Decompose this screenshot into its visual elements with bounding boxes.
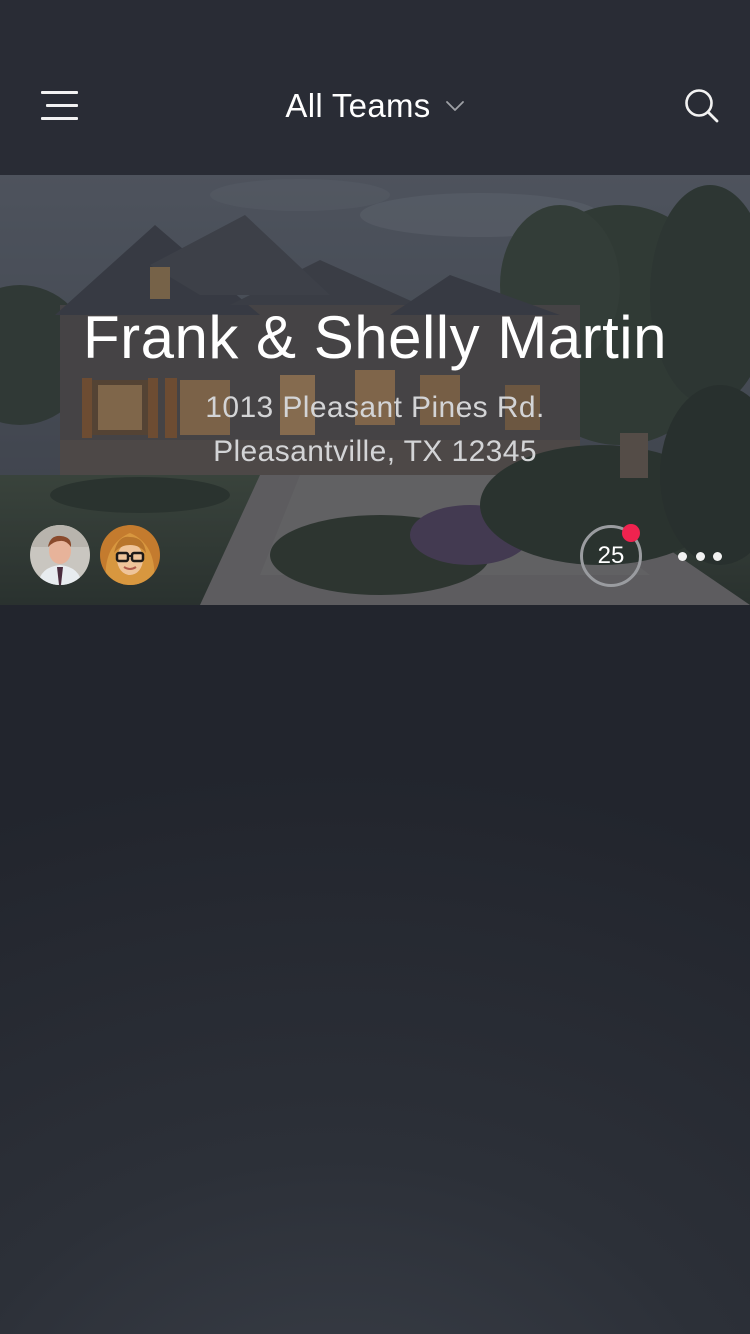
team-member-avatar[interactable] <box>100 525 160 585</box>
more-dot <box>713 551 722 561</box>
hamburger-menu-icon[interactable] <box>36 84 84 126</box>
menu-bar-line <box>41 117 78 120</box>
team-member-avatar[interactable] <box>30 525 90 585</box>
chevron-down-icon <box>445 99 465 113</box>
search-icon[interactable] <box>680 84 724 128</box>
address-line-1: 1013 Pleasant Pines Rd. <box>205 391 545 424</box>
more-horizontal-icon[interactable] <box>672 539 728 573</box>
team-selector-dropdown[interactable]: All Teams <box>285 87 464 125</box>
more-dot <box>695 551 705 561</box>
top-navigation-bar: All Teams <box>0 0 750 175</box>
team-selector-wrapper: All Teams <box>0 82 750 130</box>
more-dot <box>678 551 687 561</box>
app-screen: All Teams Frank & Shelly Martin 1013 Ple… <box>0 0 750 1334</box>
address-line-2: Pleasantville, TX 12345 <box>213 435 537 468</box>
menu-bar-line <box>46 104 78 107</box>
team-selector-title: All Teams <box>285 87 431 124</box>
woman-with-glasses-avatar <box>100 525 160 585</box>
notification-dot <box>622 524 640 542</box>
listing-hero-card[interactable]: Frank & Shelly Martin 1013 Pleasant Pine… <box>0 175 750 605</box>
client-name: Frank & Shelly Martin <box>82 304 667 371</box>
man-with-tie-avatar <box>30 525 90 585</box>
menu-bar-line <box>41 91 78 94</box>
